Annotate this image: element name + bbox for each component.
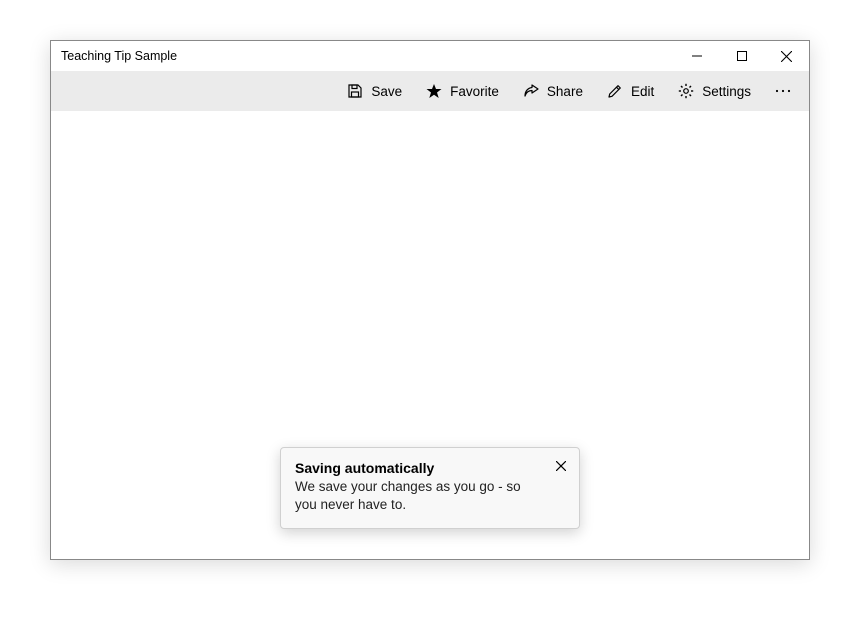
tip-close-button[interactable]	[553, 458, 569, 474]
save-button[interactable]: Save	[335, 71, 414, 111]
app-window: Teaching Tip Sample Save Favorite Share	[50, 40, 810, 560]
content-area: Saving automatically We save your change…	[51, 111, 809, 559]
teaching-tip: Saving automatically We save your change…	[280, 447, 580, 529]
edit-button[interactable]: Edit	[595, 71, 666, 111]
command-bar: Save Favorite Share Edit	[51, 71, 809, 111]
tip-title: Saving automatically	[295, 460, 539, 476]
more-button[interactable]	[763, 71, 803, 111]
share-label: Share	[547, 84, 583, 99]
share-button[interactable]: Share	[511, 71, 595, 111]
titlebar: Teaching Tip Sample	[51, 41, 809, 71]
save-label: Save	[371, 84, 402, 99]
settings-button[interactable]: Settings	[666, 71, 763, 111]
save-icon	[347, 83, 363, 99]
favorite-label: Favorite	[450, 84, 499, 99]
tip-subtitle: We save your changes as you go - so you …	[295, 478, 539, 514]
maximize-button[interactable]	[719, 41, 764, 71]
star-icon	[426, 83, 442, 99]
minimize-icon	[692, 51, 702, 61]
minimize-button[interactable]	[674, 41, 719, 71]
gear-icon	[678, 83, 694, 99]
close-icon	[556, 461, 566, 471]
window-title: Teaching Tip Sample	[51, 49, 674, 63]
settings-label: Settings	[702, 84, 751, 99]
edit-label: Edit	[631, 84, 654, 99]
edit-icon	[607, 83, 623, 99]
more-icon	[775, 89, 791, 93]
window-controls	[674, 41, 809, 71]
favorite-button[interactable]: Favorite	[414, 71, 511, 111]
close-button[interactable]	[764, 41, 809, 71]
maximize-icon	[737, 51, 747, 61]
share-icon	[523, 83, 539, 99]
close-icon	[781, 51, 792, 62]
